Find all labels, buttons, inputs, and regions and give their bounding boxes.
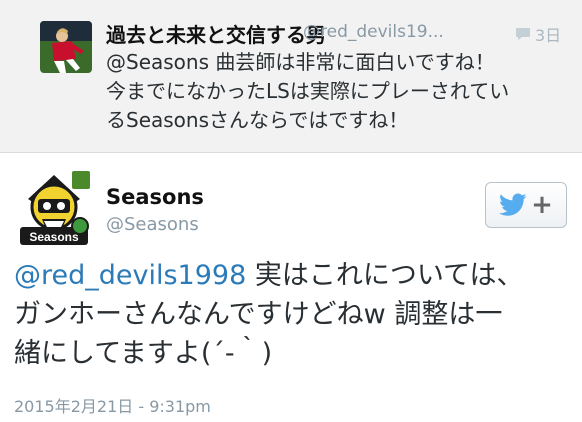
reply-text-line: 今までになかったLSは実際にプレーされてい [106, 79, 510, 103]
tweet-text-line: @red_devils1998 実はこれについては、 [14, 256, 574, 295]
twitter-bird-icon [499, 193, 527, 216]
reply-count: 3日 [535, 26, 562, 45]
main-avatar[interactable]: Seasons [14, 169, 94, 249]
reply-handle[interactable]: @red_devils19... [303, 22, 511, 42]
reply-tweet[interactable]: 過去と未来と交信する男 @red_devils19... 3日 @Seasons… [0, 0, 582, 153]
reply-text-line: るSeasonsさんならではですね！ [106, 108, 409, 132]
reply-avatar[interactable] [40, 21, 92, 73]
tweet-handle[interactable]: @Seasons [106, 214, 199, 235]
reply-text: @Seasons 曲芸師は非常に面白いですね！ 今までになかったLSは実際にプレ… [106, 48, 566, 135]
soccer-player-photo [40, 21, 92, 73]
tweet-display-name[interactable]: Seasons [106, 185, 204, 209]
speech-bubble-icon [516, 28, 530, 40]
avatar-caption: Seasons [29, 230, 79, 244]
reply-count-group[interactable]: 3日 [515, 22, 561, 46]
mention-link[interactable]: @red_devils1998 [14, 260, 246, 291]
reply-display-name[interactable]: 過去と未来と交信する男 [106, 19, 326, 48]
tweet-text-fragment: 実はこれについては、 [246, 260, 524, 291]
reply-text-line: @Seasons 曲芸師は非常に面白いですね！ [106, 50, 495, 74]
tweet-text-line: ガンホーさんなんですけどねw 調整は一 [14, 299, 503, 330]
robot-mascot-avatar: Seasons [14, 169, 94, 249]
follow-button[interactable]: + [485, 182, 567, 228]
plus-icon: + [531, 190, 553, 220]
tweet-text: @red_devils1998 実はこれについては、 ガンホーさんなんですけどね… [14, 256, 574, 373]
tweet-text-line: 緒にしてますよ(´-｀) [14, 338, 273, 369]
tweet-timestamp[interactable]: 2015年2月21日 - 9:31pm [14, 393, 211, 417]
